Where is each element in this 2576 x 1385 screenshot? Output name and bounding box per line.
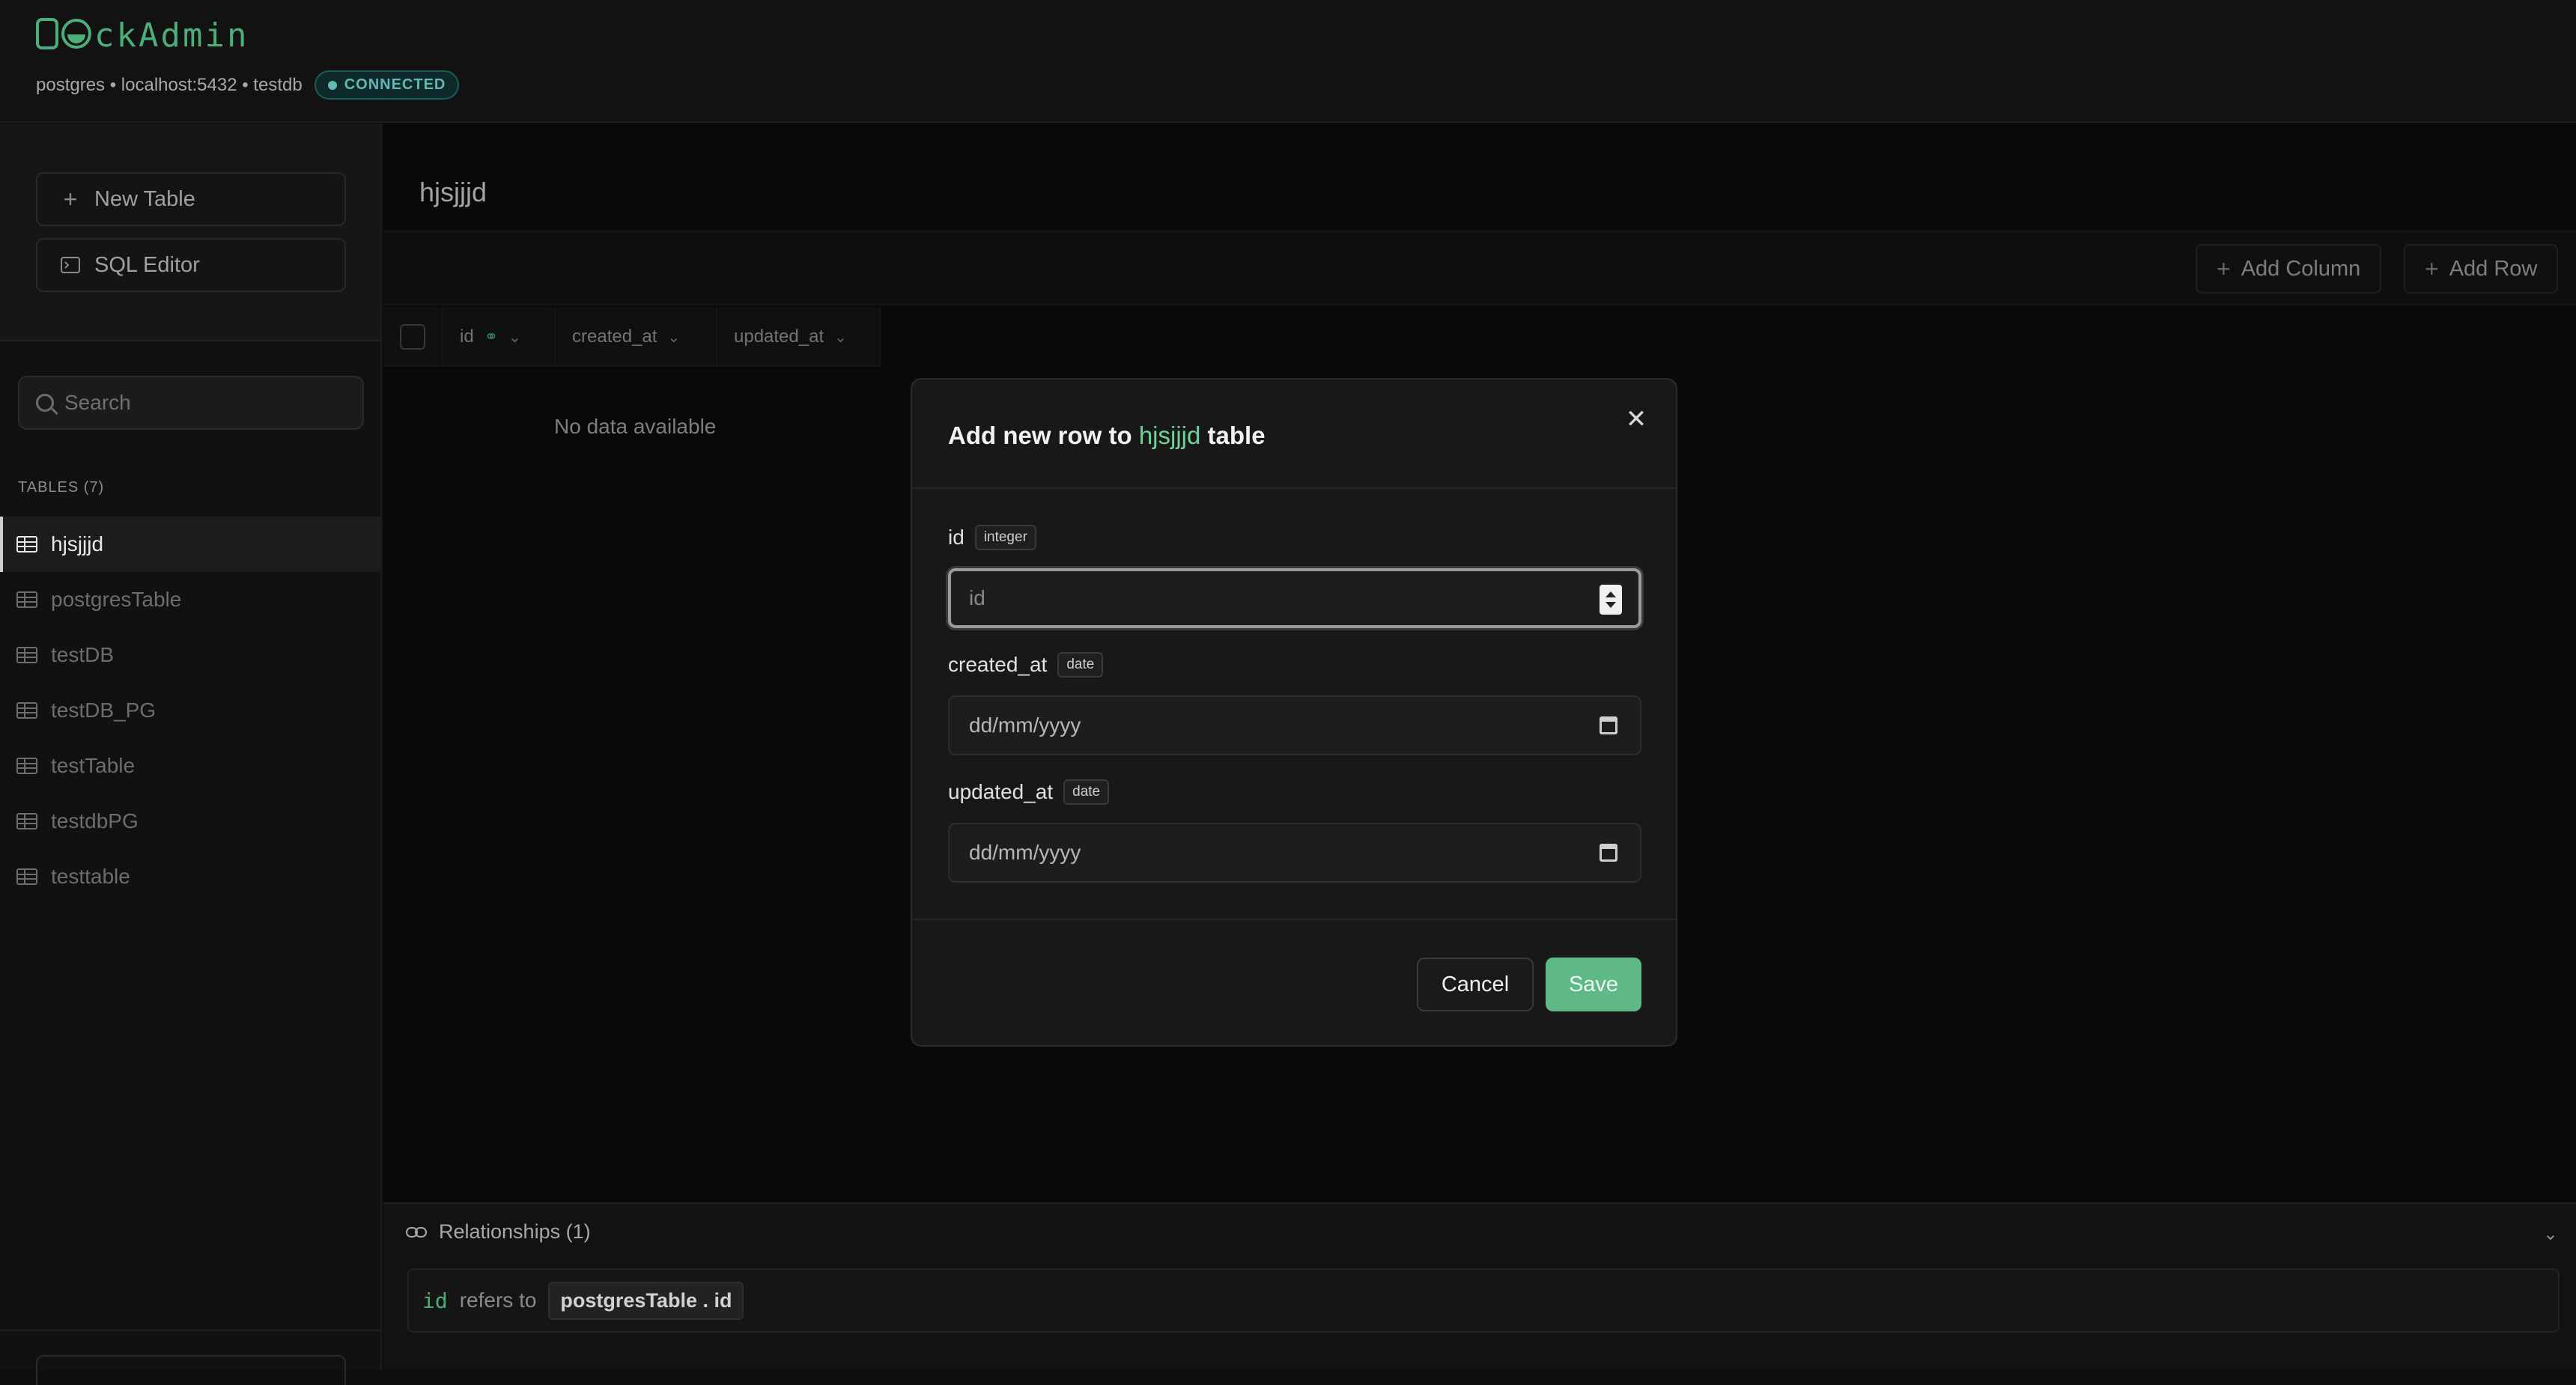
close-icon[interactable]: ✕ [1623,407,1649,432]
field-label-id: id integer [948,525,1036,550]
relationship-refers-text: refers to [459,1288,537,1312]
calendar-icon[interactable] [1600,716,1617,734]
table-item-label: hjsjjjd [51,532,104,555]
updated-at-date-input[interactable]: dd/mm/yyyy [948,823,1641,883]
relationship-item: id refers to postgresTable . id [407,1268,2560,1333]
sidebar-item-testdbpg[interactable]: testdbPG [0,794,380,849]
table-icon [16,647,37,663]
plus-icon: + [63,185,78,213]
relationships-toggle[interactable]: Relationships (1) [406,1220,591,1244]
table-item-label: testdbPG [51,809,139,832]
relationships-header: Relationships (1) [439,1220,591,1243]
field-name: id [948,526,965,549]
id-placeholder: id [969,586,985,609]
field-name: updated_at [948,780,1054,803]
sidebar-item-hjsjjjd[interactable]: hjsjjjd [0,517,380,572]
modal-title-prefix: Add new row to [948,421,1132,449]
sidebar-footer-button[interactable] [36,1355,346,1385]
id-input[interactable]: id [948,568,1641,628]
field-label-updated-at: updated_at date [948,779,1110,805]
app-header: ckAdmin postgres • localhost:5432 • test… [0,0,2576,123]
modal-title: Add new row to hjsjjjd table [948,421,1266,450]
field-label-created-at: created_at date [948,652,1104,678]
tables-section-header: TABLES (7) [18,479,105,496]
table-icon [16,868,37,885]
table-item-label: testDB [51,643,115,666]
table-icon [16,758,37,774]
field-name: created_at [948,653,1048,676]
app-logo: ckAdmin [34,13,252,55]
new-table-label: New Table [94,186,195,211]
table-icon [16,591,37,608]
cancel-button[interactable]: Cancel [1417,958,1534,1011]
table-item-label: postgresTable [51,588,182,611]
sidebar-item-testtable[interactable]: testTable [0,738,380,794]
sidebar: + New Table SQL Editor Search TABLES (7)… [0,124,382,1385]
chevron-down-icon[interactable]: ⌄ [2543,1223,2558,1245]
table-icon [16,813,37,830]
created-at-date-input[interactable]: dd/mm/yyyy [948,695,1641,755]
table-icon [16,536,37,553]
status-badge-label: CONNECTED [344,76,446,93]
add-row-modal: Add new row to hjsjjjd table ✕ id intege… [911,378,1677,1047]
status-dot-icon [327,80,337,90]
sidebar-item-postgrestable[interactable]: postgresTable [0,572,380,627]
table-item-label: testTable [51,754,136,777]
terminal-icon [60,255,81,276]
new-table-button[interactable]: + New Table [36,172,346,226]
sidebar-item-testdb-pg[interactable]: testDB_PG [0,683,380,738]
search-placeholder: Search [64,391,131,414]
sidebar-item-testdb[interactable]: testDB [0,627,380,683]
link-icon [406,1220,427,1244]
relationship-source-column: id [422,1288,448,1313]
sql-editor-button[interactable]: SQL Editor [36,238,346,292]
dockadmin-logo: ckAdmin [36,16,249,55]
status-badge: CONNECTED [314,70,460,100]
table-item-label: testDB_PG [51,698,157,722]
created-at-placeholder: dd/mm/yyyy [969,713,1081,737]
modal-header: Add new row to hjsjjjd table ✕ [912,380,1676,489]
table-list: hjsjjjd postgresTable testDB testDB_PG t… [0,517,380,904]
table-item-label: testtable [51,865,130,888]
svg-text:ckAdmin: ckAdmin [94,16,249,55]
sidebar-divider [0,1330,380,1331]
search-icon [36,394,54,412]
relationships-panel: Relationships (1) ⌄ id refers to postgre… [383,1202,2576,1370]
relationship-target[interactable]: postgresTable . id [548,1281,744,1320]
sidebar-actions: + New Table SQL Editor [0,124,380,341]
modal-footer-divider [912,919,1676,920]
table-icon [16,702,37,719]
updated-at-placeholder: dd/mm/yyyy [969,841,1081,864]
type-badge: date [1063,779,1110,805]
calendar-icon[interactable] [1600,844,1617,862]
sql-editor-label: SQL Editor [94,252,200,277]
search-input[interactable]: Search [18,376,364,430]
number-spinner-icon[interactable] [1600,585,1622,615]
modal-table-name: hjsjjjd [1138,421,1201,449]
save-button[interactable]: Save [1546,958,1641,1011]
modal-title-suffix: table [1207,421,1266,449]
connection-line: postgres • localhost:5432 • testdb CONNE… [36,70,460,100]
type-badge: integer [974,525,1036,550]
type-badge: date [1057,652,1104,678]
sidebar-item-testtable-lower[interactable]: testtable [0,849,380,904]
connection-info: postgres • localhost:5432 • testdb [36,74,303,95]
